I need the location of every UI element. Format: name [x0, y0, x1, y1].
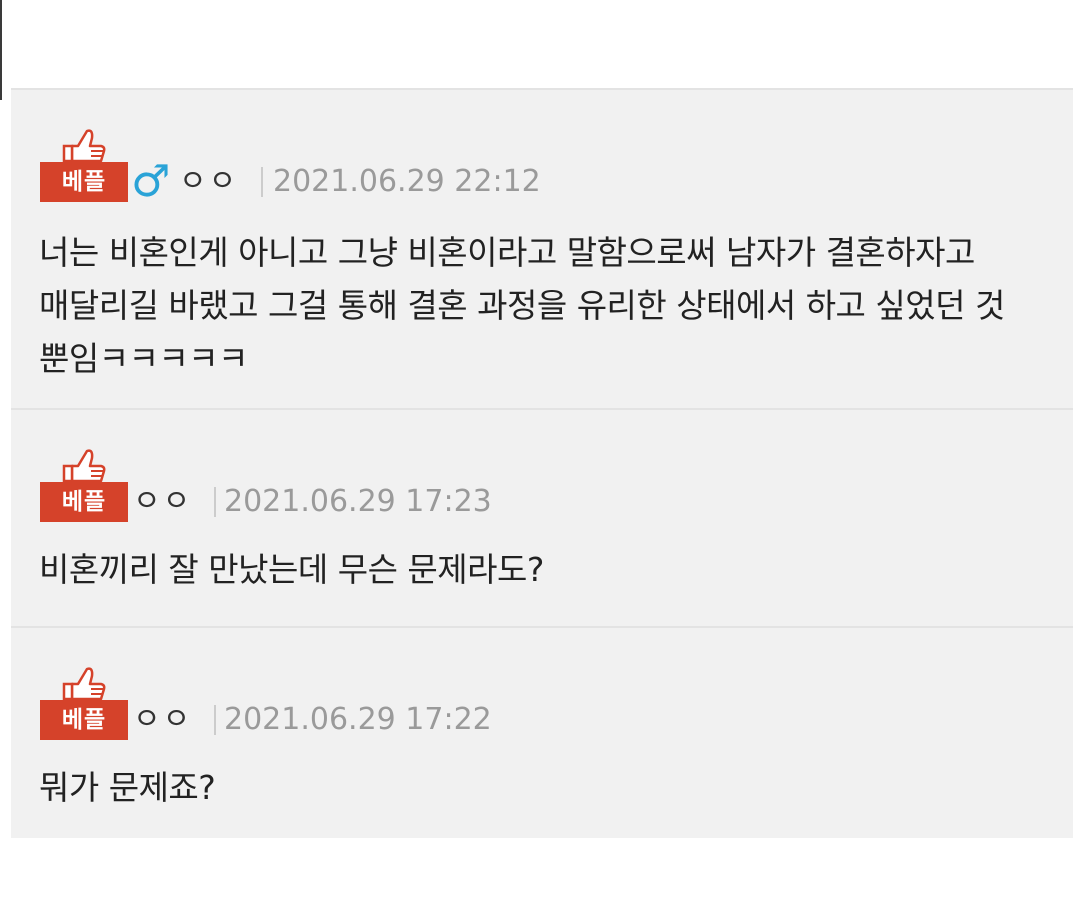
comment-item: 베플 ㅇㅇ 2021.06.29 17:23 비혼끼리 잘 만났는데 무슨 문제…	[11, 410, 1073, 628]
separator	[214, 487, 216, 517]
comment-text: 뭐가 문제죠?	[39, 761, 1049, 814]
comment-date: 2021.06.29 17:22	[224, 702, 492, 737]
thumbs-up-icon	[62, 449, 106, 483]
comment-list: 베플 ♂ ㅇㅇ 2021.06.29 22:12 너는 비혼인게 아니고 그냥 …	[11, 88, 1073, 838]
comment-item: 베플 ㅇㅇ 2021.06.29 17:22 뭐가 문제죠?	[11, 628, 1073, 838]
nickname[interactable]: ㅇㅇ	[179, 162, 238, 202]
comment-text: 너는 비혼인게 아니고 그냥 비혼이라고 말함으로써 남자가 결혼하자고 매달리…	[39, 226, 1049, 385]
best-comment-badge: 베플	[40, 700, 128, 740]
left-edge-line	[0, 0, 2, 100]
comment-date: 2021.06.29 22:12	[273, 164, 541, 199]
thumbs-up-icon	[62, 667, 106, 701]
comment-text: 비혼끼리 잘 만났는데 무슨 문제라도?	[39, 543, 1049, 596]
male-symbol-icon: ♂	[131, 156, 171, 207]
comment-text-line: 너는 비혼인게 아니고 그냥 비혼이라고 말함으로써 남자가 결혼하자고	[39, 233, 975, 272]
comment-item: 베플 ♂ ㅇㅇ 2021.06.29 22:12 너는 비혼인게 아니고 그냥 …	[11, 90, 1073, 410]
nickname[interactable]: ㅇㅇ	[133, 700, 192, 740]
best-comment-badge: 베플	[40, 162, 128, 202]
thumbs-up-icon	[62, 129, 106, 163]
comment-text-line: 뭐가 문제죠?	[39, 768, 216, 807]
comment-text-line: 비혼끼리 잘 만났는데 무슨 문제라도?	[39, 550, 544, 589]
best-comment-badge: 베플	[40, 482, 128, 522]
nickname[interactable]: ㅇㅇ	[133, 482, 192, 522]
comment-text-line: 매달리길 바랬고 그걸 통해 결혼 과정을 유리한 상태에서 하고 싶었던 것	[39, 286, 1005, 325]
comment-date: 2021.06.29 17:23	[224, 484, 492, 519]
separator	[261, 167, 263, 197]
comment-text-line: 뿐임ㅋㅋㅋㅋㅋ	[39, 339, 249, 378]
separator	[214, 705, 216, 735]
